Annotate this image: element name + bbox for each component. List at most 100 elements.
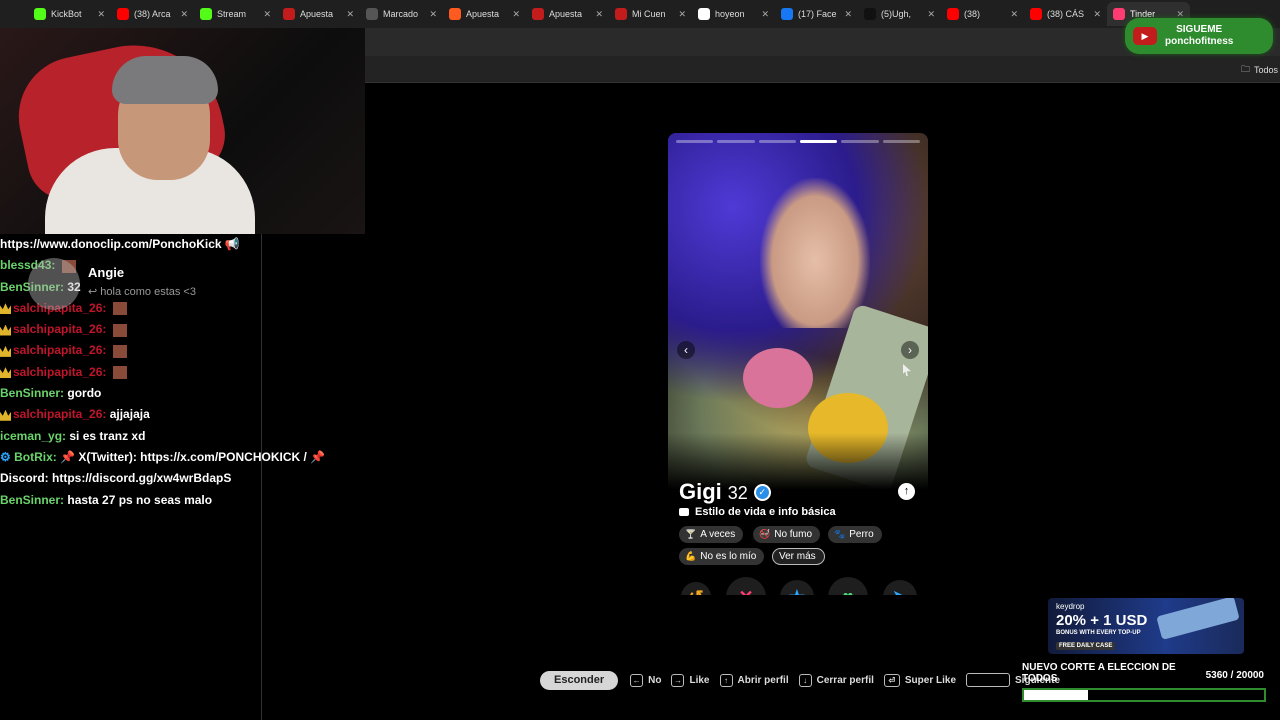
close-icon[interactable]: ✕ <box>678 9 686 20</box>
chip-label: Ver más <box>779 551 816 562</box>
crown-badge-icon <box>0 303 11 315</box>
tab-label: (38) Arca <box>134 9 171 19</box>
close-icon[interactable]: ✕ <box>346 9 354 20</box>
drink-icon: 🍸 <box>685 529 697 539</box>
close-icon[interactable]: ✕ <box>595 9 603 20</box>
chat-username[interactable]: salchipapita_26: <box>13 407 106 421</box>
browser-tab[interactable]: (38) ✕ <box>941 2 1024 26</box>
bot-badge-icon: ⚙ <box>0 449 15 464</box>
shortcut-label: Cerrar perfil <box>816 674 874 686</box>
avatar <box>28 258 80 310</box>
chat-username[interactable]: salchipapita_26: <box>13 322 106 336</box>
emote-icon <box>112 302 127 316</box>
crown-badge-icon <box>0 409 11 421</box>
rifle-image <box>1156 598 1240 640</box>
tiktok-icon <box>864 8 876 20</box>
keydrop-brand: keydrop <box>1056 602 1085 611</box>
prev-photo-button[interactable]: ‹ <box>677 341 695 359</box>
tab-label: Stream <box>217 9 247 19</box>
photo-progress-segment <box>841 140 879 143</box>
chat-text: si es tranz xd <box>69 428 146 443</box>
chat-username[interactable]: iceman_yg: <box>0 429 66 443</box>
open-profile-button[interactable]: ↑ <box>898 483 915 500</box>
close-icon[interactable]: ✕ <box>512 9 520 20</box>
chat-username[interactable]: salchipapita_26: <box>13 343 106 357</box>
keydrop-free: FREE DAILY CASE <box>1056 642 1116 650</box>
browser-tab[interactable]: (5)Ugh, ✕ <box>858 2 941 26</box>
close-icon[interactable]: ✕ <box>263 9 271 20</box>
chat-text: https://www.donoclip.com/PonchoKick 📢 <box>0 237 240 251</box>
crown-badge-icon <box>0 367 11 379</box>
browser-tab[interactable]: Stream ✕ <box>194 2 277 26</box>
chat-message: salchipapita_26: <box>0 319 261 340</box>
close-icon[interactable]: ✕ <box>429 9 437 20</box>
nope-button[interactable]: ✕ <box>726 577 766 595</box>
close-icon[interactable]: ✕ <box>927 9 935 20</box>
browser-tab[interactable]: KickBot ✕ <box>28 2 111 26</box>
shortcut-open-profile: ↑ Abrir perfil <box>719 673 789 687</box>
youtube-icon <box>117 8 129 20</box>
right-arrow-key-icon: → <box>671 673 685 687</box>
chat-message: salchipapita_26: <box>0 362 261 383</box>
browser-tab[interactable]: Apuesta ✕ <box>526 2 609 26</box>
tab-label: (38) <box>964 9 981 19</box>
tab-label: Apuesta <box>466 9 500 19</box>
browser-tab-bar: KickBot ✕ (38) Arca ✕ Stream ✕ Apuesta ✕ Marcado… <box>0 0 1280 28</box>
rewind-icon: ↺ <box>688 587 703 596</box>
like-button[interactable]: ♥ <box>828 577 868 595</box>
tab-label: (38) CÁS <box>1047 9 1085 19</box>
profile-card[interactable]: ‹ › Gigi 32 ✓ ↑ Estilo de vida e info bá… <box>668 133 928 595</box>
browser-tab[interactable]: Apuesta ✕ <box>443 2 526 26</box>
browser-tab[interactable]: (38) CÁS ✕ <box>1024 2 1107 26</box>
profile-age: 32 <box>727 483 748 503</box>
chat-username[interactable]: BenSinner: <box>0 386 64 400</box>
emote-icon <box>112 344 127 358</box>
bookmarks-bar: 🗀 Todos <box>365 56 1280 83</box>
follow-line2: ponchofitness <box>1165 36 1234 47</box>
browser-tab[interactable]: (17) Face ✕ <box>775 2 858 26</box>
boost-button[interactable]: ➤ <box>883 580 917 595</box>
browser-tab[interactable]: (38) Arca ✕ <box>111 2 194 26</box>
goal-progress-fill <box>1024 690 1089 700</box>
all-bookmarks-button[interactable]: 🗀 Todos <box>1241 62 1278 78</box>
chat-username[interactable]: BotRix: <box>14 450 57 464</box>
app-icon <box>283 8 295 20</box>
chat-message: Discord: https://discord.gg/xw4wrBdapS <box>0 468 261 489</box>
super-like-button[interactable]: ★ <box>780 580 814 595</box>
rewind-button[interactable]: ↺ <box>681 582 711 595</box>
app-icon <box>532 8 544 20</box>
facebook-icon <box>781 8 793 20</box>
shortcut-bar: Esconder ← No → Like ↑ Abrir perfil ↓ Cerrar… <box>540 670 1070 690</box>
follow-line1: SIGUEME <box>1176 24 1223 35</box>
shortcut-label: Super Like <box>904 674 957 686</box>
close-icon[interactable]: ✕ <box>180 9 188 20</box>
chat-username[interactable]: BenSinner: <box>0 493 64 507</box>
browser-tab[interactable]: Mi Cuen ✕ <box>609 2 692 26</box>
super-like-icon: ★ <box>789 587 805 596</box>
crown-badge-icon <box>0 324 11 336</box>
chip-drinking: 🍸 A veces <box>679 526 744 543</box>
close-icon[interactable]: ✕ <box>1010 9 1018 20</box>
shortcut-nope: ← No <box>630 673 661 687</box>
next-photo-button[interactable]: › <box>901 341 919 359</box>
hide-shortcuts-button[interactable]: Esconder <box>540 670 619 690</box>
browser-tab[interactable]: hoyeon ✕ <box>692 2 775 26</box>
kick-icon <box>34 8 46 20</box>
see-more-button[interactable]: Ver más <box>772 548 825 565</box>
chat-username[interactable]: salchipapita_26: <box>13 365 106 379</box>
close-icon[interactable]: ✕ <box>844 9 852 20</box>
photo-progress-segment <box>799 140 838 143</box>
chip-pets: 🐾 Perro <box>828 526 882 543</box>
tab-label: Apuesta <box>300 9 334 19</box>
tab-label: KickBot <box>51 9 82 19</box>
tab-label: Apuesta <box>549 9 583 19</box>
close-icon[interactable]: ✕ <box>761 9 769 20</box>
popup-name: Angie <box>88 265 125 280</box>
chat-message: BenSinner: gordo <box>0 383 261 404</box>
browser-tab[interactable]: Marcado ✕ <box>360 2 443 26</box>
close-icon[interactable]: ✕ <box>1093 9 1101 20</box>
app-icon <box>615 8 627 20</box>
browser-tab[interactable]: Apuesta ✕ <box>277 2 360 26</box>
close-icon[interactable]: ✕ <box>97 9 105 20</box>
youtube-icon: ▶ <box>1133 27 1157 45</box>
